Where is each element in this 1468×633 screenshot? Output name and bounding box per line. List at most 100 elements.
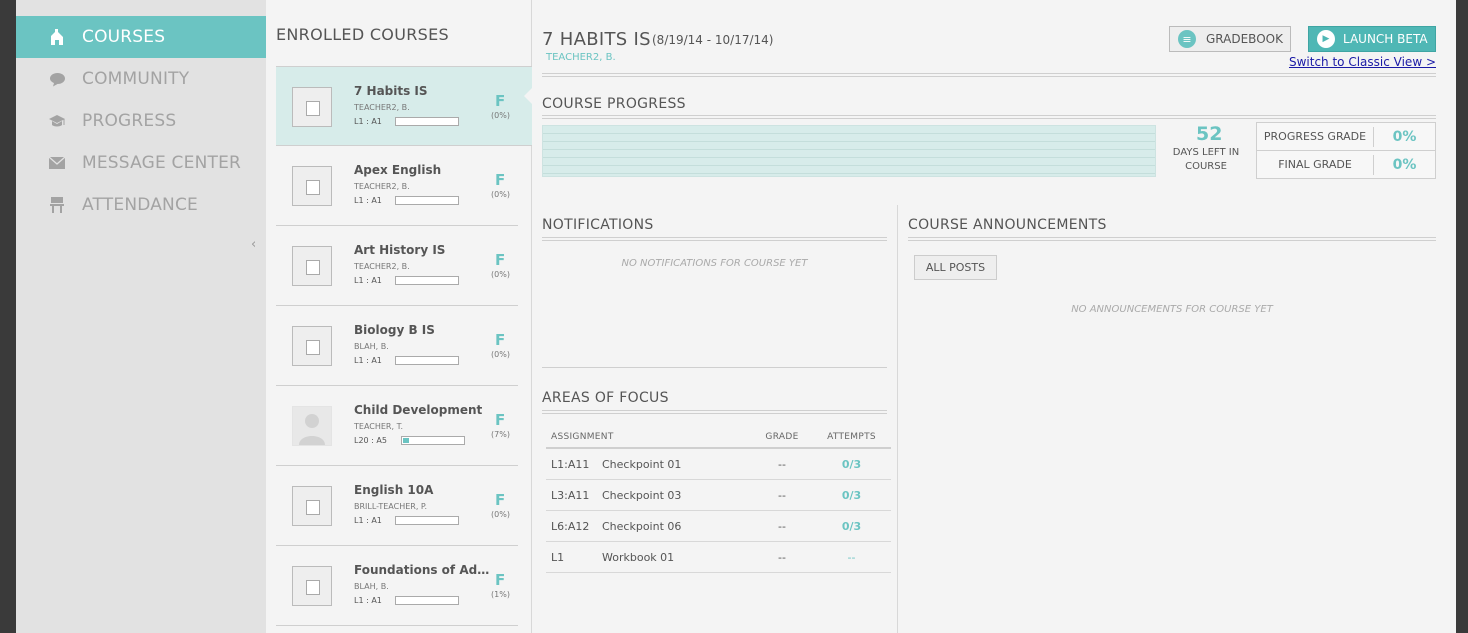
- focus-table-body: L1:A11 Checkpoint 01 -- 0/3 L3:A11 Checkpoint…: [546, 449, 891, 573]
- sidebar-item-label: ATTENDANCE: [82, 195, 198, 215]
- course-name: Foundations of Adv…: [354, 563, 492, 577]
- desk-chair-icon: [48, 196, 66, 214]
- sidebar-item-courses[interactable]: COURSES: [16, 16, 276, 58]
- gradebook-label: GRADEBOOK: [1206, 32, 1283, 46]
- launch-beta-button[interactable]: ▶ LAUNCH BETA: [1308, 26, 1436, 52]
- course-item[interactable]: 7 Habits IS TEACHER2, B. L1 : A1 F (0%): [276, 66, 533, 146]
- assignment-name: Workbook 01: [602, 550, 675, 564]
- sidebar-item-label: COURSES: [82, 27, 166, 47]
- course-thumbnail: [292, 326, 332, 366]
- course-grade: F: [495, 92, 506, 110]
- course-progress-divider: [542, 115, 1436, 119]
- course-progress-chart: [542, 125, 1156, 177]
- course-progress-bar: [395, 117, 459, 126]
- course-grade: F: [495, 491, 506, 509]
- grade-header: GRADE: [765, 432, 799, 442]
- table-row[interactable]: L1 Workbook 01 -- --: [546, 542, 891, 573]
- course-name: Child Development: [354, 403, 483, 417]
- assignment-name: Checkpoint 03: [602, 488, 682, 502]
- progress-grade-value: 0%: [1392, 128, 1417, 145]
- course-item[interactable]: Biology B IS BLAH, B. L1 : A1 F (0%): [276, 306, 518, 386]
- course-grade-percent: (7%): [491, 430, 510, 439]
- assignment-header: ASSIGNMENT: [551, 432, 614, 442]
- assignment-grade: --: [778, 519, 786, 533]
- areas-of-focus-divider: [542, 410, 887, 414]
- assignment-code: L1: [551, 550, 565, 564]
- assignment-grade: --: [778, 457, 786, 471]
- table-row[interactable]: L3:A11 Checkpoint 03 -- 0/3: [546, 480, 891, 511]
- course-level: L1 : A1: [354, 196, 382, 205]
- sidebar-item-progress[interactable]: PROGRESS: [16, 100, 266, 142]
- page-title: 7 HABITS IS: [542, 29, 651, 50]
- course-grade-percent: (0%): [491, 350, 510, 359]
- course-thumbnail: [292, 87, 332, 127]
- launch-beta-label: LAUNCH BETA: [1343, 32, 1428, 46]
- course-name: Art History IS: [354, 243, 446, 257]
- course-item[interactable]: Art History IS TEACHER2, B. L1 : A1 F (0%): [276, 226, 518, 306]
- notifications-bottom-line: [542, 367, 887, 368]
- course-teacher-link[interactable]: TEACHER2, B.: [546, 52, 616, 63]
- assignment-code: L3:A11: [551, 488, 590, 502]
- envelope-icon: [48, 154, 66, 172]
- days-left-count: 52: [1196, 123, 1223, 145]
- course-name: 7 Habits IS: [354, 84, 428, 98]
- sidebar-item-attendance[interactable]: ATTENDANCE: [16, 184, 266, 226]
- course-grade: F: [495, 411, 506, 429]
- sidebar-item-label: PROGRESS: [82, 111, 177, 131]
- course-item[interactable]: English 10A BRILL-TEACHER, P. L1 : A1 F (0%): [276, 466, 518, 546]
- course-item[interactable]: Apex English TEACHER2, B. L1 : A1 F (0%): [276, 146, 518, 226]
- focus-table-header: ASSIGNMENT GRADE ATTEMPTS: [546, 427, 891, 449]
- all-posts-button[interactable]: ALL POSTS: [914, 255, 997, 280]
- course-grade: F: [495, 251, 506, 269]
- gradebook-button[interactable]: ≡ GRADEBOOK: [1169, 26, 1291, 52]
- final-grade-label: FINAL GRADE: [1257, 155, 1374, 175]
- course-progress-bar: [395, 516, 459, 525]
- play-icon: ▶: [1317, 30, 1335, 48]
- course-teacher: TEACHER2, B.: [354, 262, 410, 271]
- assignment-grade: --: [778, 488, 786, 502]
- gradebook-icon: ≡: [1178, 30, 1196, 48]
- course-thumbnail: [292, 486, 332, 526]
- course-dates: (8/19/14 - 10/17/14): [652, 33, 774, 47]
- speech-bubble-icon: [48, 70, 66, 88]
- enrolled-courses-title: ENROLLED COURSES: [276, 25, 449, 44]
- course-thumbnail: [292, 166, 332, 206]
- assignment-attempts: 0/3: [841, 488, 862, 502]
- course-teacher: BLAH, B.: [354, 582, 389, 591]
- course-thumbnail: [292, 406, 332, 446]
- course-thumbnail: [292, 246, 332, 286]
- course-grade: F: [495, 171, 506, 189]
- sidebar-item-message-center[interactable]: MESSAGE CENTER: [16, 142, 266, 184]
- course-item[interactable]: Child Development TEACHER, T. L20 : A5 F (7%…: [276, 386, 518, 466]
- days-left-label: DAYS LEFT IN COURSE: [1172, 147, 1240, 172]
- attempts-header: ATTEMPTS: [827, 432, 876, 442]
- course-progress-bar: [401, 436, 465, 445]
- courses-icon: [48, 28, 66, 46]
- progress-grade-row: PROGRESS GRADE 0%: [1257, 123, 1435, 151]
- course-level: L1 : A1: [354, 516, 382, 525]
- table-row[interactable]: L1:A11 Checkpoint 01 -- 0/3: [546, 449, 891, 480]
- course-progress-bar: [395, 276, 459, 285]
- course-teacher: TEACHER, T.: [354, 422, 404, 431]
- course-grade-percent: (0%): [491, 111, 510, 120]
- final-grade-row: FINAL GRADE 0%: [1257, 151, 1435, 179]
- assignment-attempts: 0/3: [841, 457, 862, 471]
- course-grade: F: [495, 571, 506, 589]
- course-grade-percent: (0%): [491, 270, 510, 279]
- course-name: Apex English: [354, 163, 442, 177]
- course-grade-percent: (1%): [491, 590, 510, 599]
- areas-of-focus-title: AREAS OF FOCUS: [542, 390, 669, 406]
- column-divider: [897, 205, 898, 633]
- grade-summary: PROGRESS GRADE 0% FINAL GRADE 0%: [1256, 122, 1436, 179]
- table-row[interactable]: L6:A12 Checkpoint 06 -- 0/3: [546, 511, 891, 542]
- course-grade: F: [495, 331, 506, 349]
- course-teacher: BLAH, B.: [354, 342, 389, 351]
- sidebar-item-community[interactable]: COMMUNITY: [16, 58, 266, 100]
- final-grade-value: 0%: [1392, 157, 1417, 173]
- collapse-sidebar-icon[interactable]: ‹: [251, 237, 256, 252]
- app-frame: COURSES COMMUNITY PROGRESS MESSAGE CENTE…: [16, 0, 1456, 633]
- graduation-cap-icon: [48, 112, 66, 130]
- notifications-divider: [542, 237, 887, 241]
- switch-classic-view-link[interactable]: Switch to Classic View >: [1289, 55, 1436, 69]
- course-item[interactable]: Foundations of Adv… BLAH, B. L1 : A1 F (1%): [276, 546, 518, 626]
